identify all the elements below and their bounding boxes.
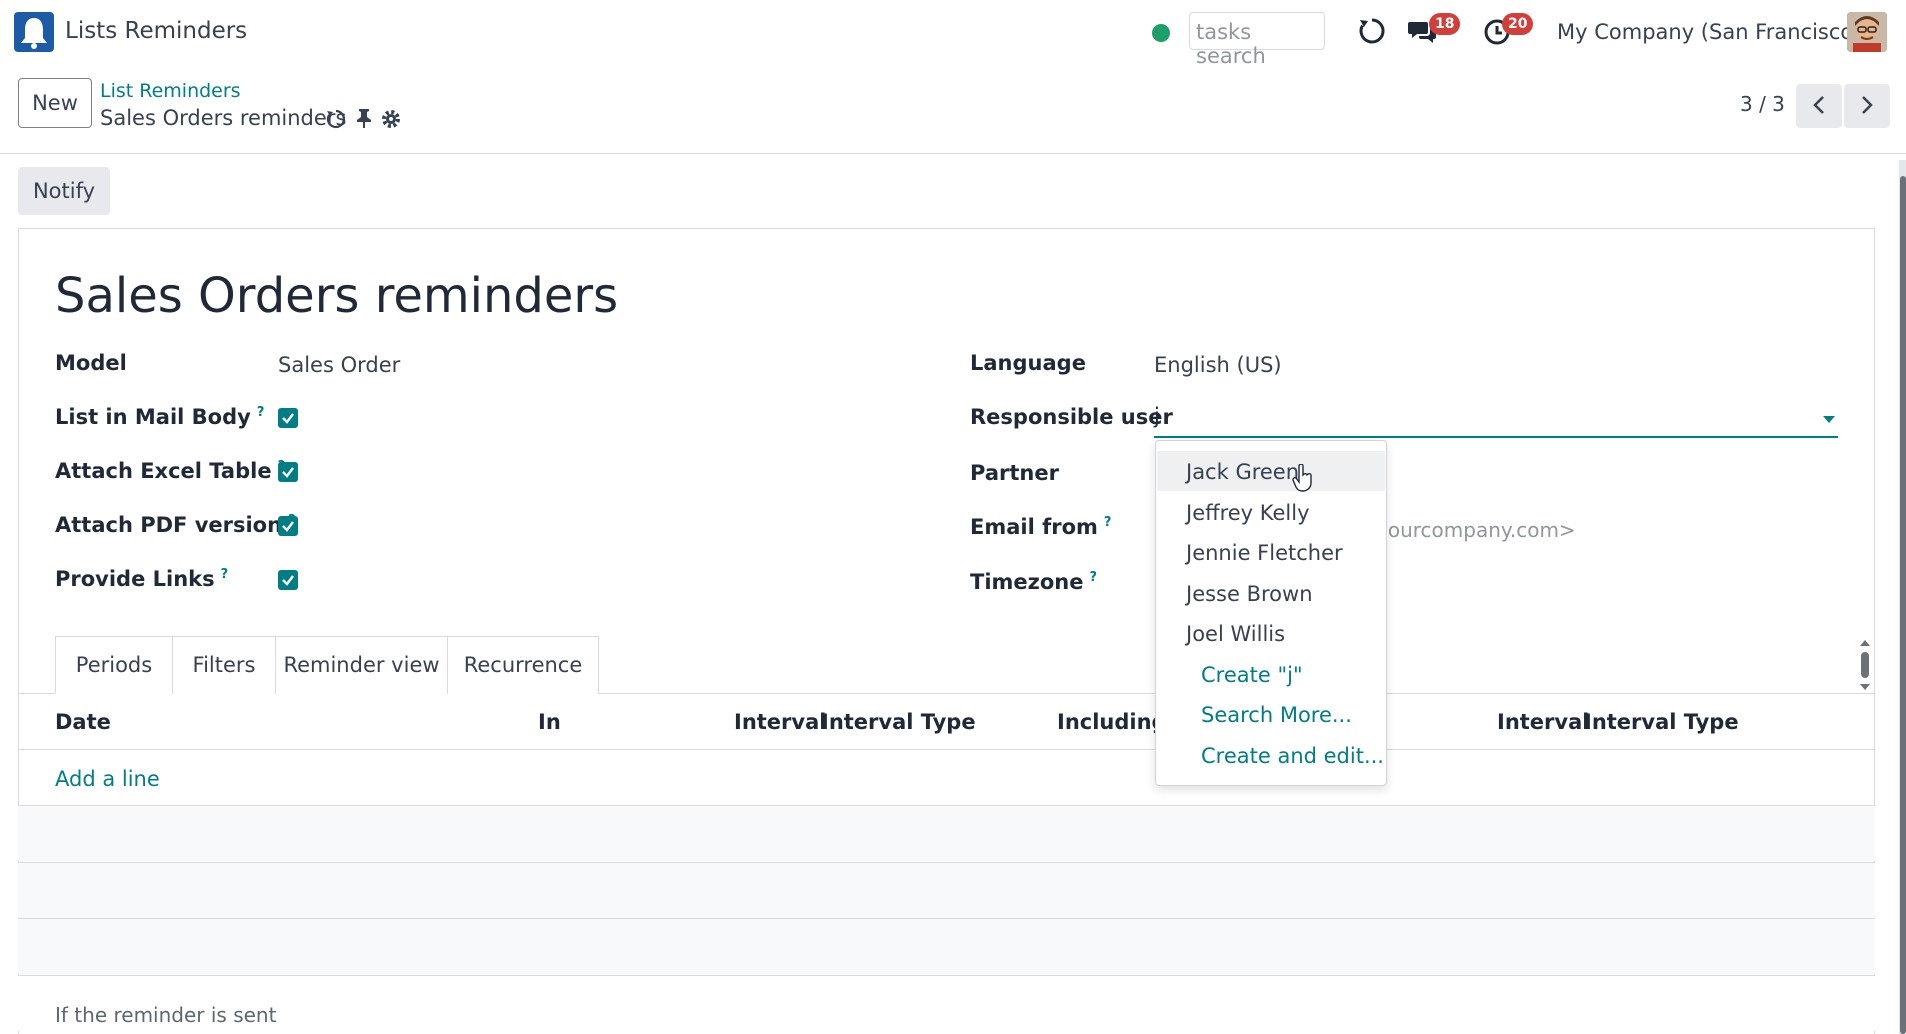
help-tooltip-icon[interactable]: ? — [1090, 570, 1098, 585]
activity-refresh-icon[interactable] — [1357, 16, 1387, 46]
pager-previous-button[interactable] — [1796, 84, 1842, 128]
reminder-sent-note: If the reminder is sent — [55, 1003, 277, 1027]
help-tooltip-icon[interactable]: ? — [257, 405, 265, 420]
model-label: Model — [55, 351, 127, 375]
create-and-edit-option[interactable]: Create and edit... — [1157, 735, 1385, 775]
attach-pdf-version-checkbox[interactable] — [278, 516, 298, 536]
column-interval-type-2[interactable]: Interval Type — [1584, 710, 1739, 734]
tab-periods[interactable]: Periods — [55, 636, 173, 694]
column-interval-2[interactable]: Interval — [1497, 710, 1589, 734]
provide-links-checkbox[interactable] — [278, 570, 298, 590]
caret-down-icon[interactable] — [1823, 416, 1835, 423]
tab-reminder-view[interactable]: Reminder view — [275, 636, 448, 694]
user-avatar[interactable] — [1847, 12, 1887, 52]
dropdown-option[interactable]: Jeffrey Kelly — [1157, 492, 1385, 532]
dropdown-option[interactable]: Jack Green — [1157, 451, 1385, 491]
tasks-search-input[interactable]: tasks search — [1189, 12, 1325, 68]
pager-next-button[interactable] — [1844, 84, 1890, 128]
language-value[interactable]: English (US) — [1154, 353, 1282, 377]
create-option[interactable]: Create "j" — [1157, 654, 1385, 694]
column-interval[interactable]: Interval — [734, 710, 826, 734]
online-status-icon — [1152, 24, 1170, 42]
dropdown-option[interactable]: Joel Willis — [1157, 613, 1385, 653]
email-from-label: Email from? — [970, 515, 1112, 539]
new-record-button[interactable]: New — [18, 78, 92, 128]
page-scrollbar-thumb[interactable] — [1900, 176, 1906, 1034]
table-row — [18, 918, 1875, 974]
add-line-link[interactable]: Add a line — [55, 767, 160, 791]
attach-excel-table-checkbox[interactable] — [278, 462, 298, 482]
tab-recurrence[interactable]: Recurrence — [447, 636, 599, 694]
record-title[interactable]: Sales Orders reminders — [55, 268, 618, 324]
attach-pdf-version-label: Attach PDF version? — [55, 513, 296, 537]
model-value: Sales Order — [278, 353, 401, 377]
column-in[interactable]: In — [538, 710, 561, 734]
timezone-label: Timezone? — [970, 570, 1098, 594]
tab-scrollbar[interactable] — [1858, 640, 1872, 690]
chat-count-badge: 18 — [1429, 13, 1461, 35]
table-footer-divider — [18, 975, 1875, 1031]
email-from-value[interactable]: yourcompany.com> — [1376, 518, 1576, 542]
column-date[interactable]: Date — [55, 710, 111, 734]
company-switcher[interactable]: My Company (San Francisco) — [1557, 20, 1861, 44]
responsible-user-input[interactable]: j — [1154, 400, 1838, 438]
list-in-mail-body-checkbox[interactable] — [278, 408, 298, 428]
bell-app-icon[interactable] — [14, 12, 54, 52]
record-activity-icon[interactable] — [325, 108, 347, 130]
tab-filters[interactable]: Filters — [172, 636, 276, 694]
notify-button[interactable]: Notify — [18, 167, 110, 215]
app-title: Lists Reminders — [65, 18, 248, 44]
language-label: Language — [970, 351, 1086, 375]
table-header-divider — [18, 749, 1875, 750]
help-tooltip-icon[interactable]: ? — [1104, 515, 1112, 530]
partner-label: Partner — [970, 461, 1059, 485]
activity-count-badge: 20 — [1502, 13, 1534, 35]
pager-value[interactable]: 3 / 3 — [1740, 92, 1785, 116]
responsible-user-label: Responsible user — [970, 405, 1173, 429]
table-row — [18, 862, 1875, 918]
list-in-mail-body-label: List in Mail Body? — [55, 405, 265, 429]
breadcrumb-parent-link[interactable]: List Reminders — [100, 80, 241, 102]
search-more-option[interactable]: Search More... — [1157, 694, 1385, 734]
help-tooltip-icon[interactable]: ? — [221, 567, 229, 582]
provide-links-label: Provide Links? — [55, 567, 229, 591]
breadcrumb-current: Sales Orders reminders — [100, 106, 347, 130]
table-row — [18, 805, 1875, 861]
column-interval-type[interactable]: Interval Type — [821, 710, 976, 734]
hand-cursor-icon — [1292, 463, 1314, 492]
dropdown-option[interactable]: Jesse Brown — [1157, 573, 1385, 613]
control-panel: New List Reminders Sales Orders reminder… — [0, 64, 1906, 154]
dropdown-option[interactable]: Jennie Fletcher — [1157, 532, 1385, 572]
pin-icon[interactable] — [354, 107, 374, 129]
gear-icon[interactable] — [380, 108, 402, 130]
responsible-user-dropdown: Jack Green Jeffrey Kelly Jennie Fletcher… — [1155, 440, 1387, 786]
column-including[interactable]: Including — [1057, 710, 1167, 734]
attach-excel-table-label: Attach Excel Table? — [55, 459, 285, 483]
top-navbar: Lists Reminders tasks search 18 20 My Co… — [0, 0, 1906, 68]
